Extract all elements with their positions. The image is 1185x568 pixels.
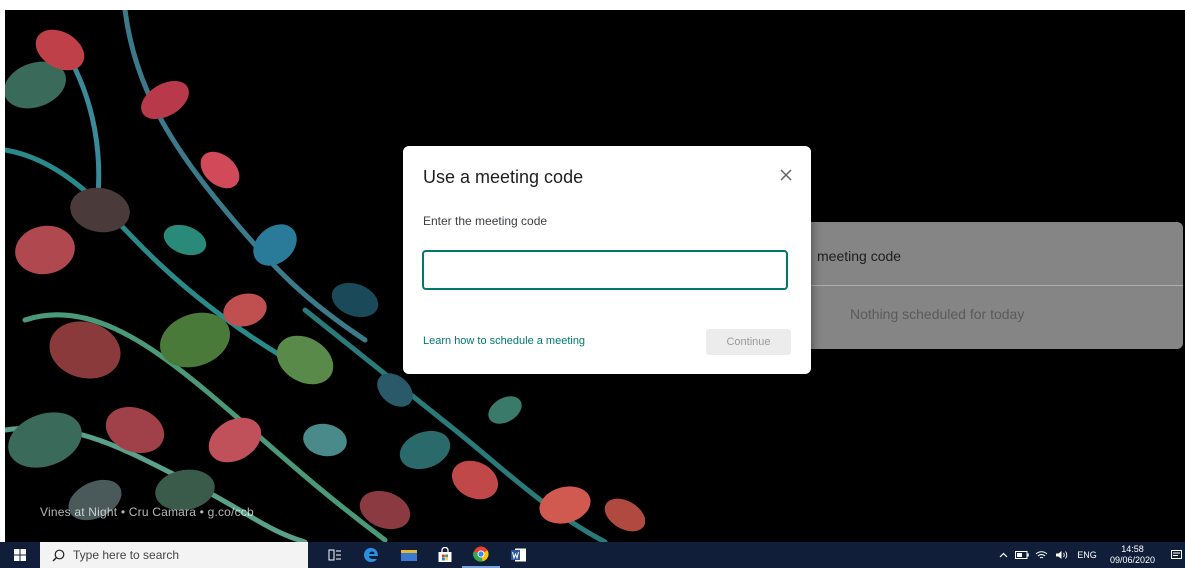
close-button[interactable]	[773, 162, 799, 188]
meeting-code-label: Enter the meeting code	[423, 214, 548, 228]
store-taskbar-button[interactable]	[428, 542, 462, 568]
edge-taskbar-button[interactable]	[352, 542, 390, 568]
task-view-icon	[328, 549, 341, 561]
wifi-button[interactable]	[1032, 542, 1052, 568]
empty-schedule-message: Nothing scheduled for today	[850, 306, 1025, 322]
language-button[interactable]: ENG	[1072, 542, 1102, 568]
search-placeholder: Type here to search	[73, 548, 180, 562]
speaker-icon	[1056, 551, 1068, 559]
file-explorer-taskbar-button[interactable]	[390, 542, 428, 568]
dialog-title: Use a meeting code	[423, 167, 584, 187]
close-icon	[780, 169, 792, 181]
word-icon	[511, 548, 526, 562]
wallpaper-attribution[interactable]: Vines at Night • Cru Camara • g.co/ccb	[40, 505, 254, 519]
chrome-taskbar-button[interactable]	[462, 542, 500, 568]
action-center-button[interactable]	[1167, 542, 1185, 568]
volume-button[interactable]	[1052, 542, 1072, 568]
taskbar-search-box[interactable]: Type here to search	[40, 542, 308, 568]
battery-button[interactable]	[1012, 542, 1032, 568]
battery-icon	[1014, 551, 1029, 559]
divider	[805, 285, 1183, 286]
edge-icon	[364, 548, 378, 562]
chevron-up-icon	[1000, 552, 1008, 558]
top-strip	[0, 0, 1185, 10]
notification-icon	[1170, 549, 1182, 559]
show-hidden-icons-button[interactable]	[996, 542, 1012, 568]
folder-icon	[401, 550, 417, 561]
learn-schedule-link[interactable]: Learn how to schedule a meeting	[423, 335, 585, 347]
clock-date: 09/06/2020	[1109, 555, 1155, 565]
language-indicator: ENG	[1077, 550, 1097, 560]
meeting-code-dialog: Use a meeting code Enter the meeting cod…	[403, 146, 811, 374]
background-meeting-card: meeting code Nothing scheduled for today	[805, 222, 1183, 349]
windows-taskbar: Type here to search ENG 14:58 09/06/2020	[0, 542, 1185, 568]
windows-logo-icon	[14, 549, 26, 561]
start-button[interactable]	[0, 542, 40, 568]
store-bag-icon	[438, 547, 452, 562]
continue-button[interactable]: Continue	[706, 329, 791, 355]
clock-time: 14:58	[1121, 544, 1144, 554]
meeting-code-input[interactable]	[422, 250, 788, 290]
system-tray: ENG 14:58 09/06/2020	[996, 542, 1185, 568]
chrome-icon	[473, 546, 489, 562]
background-card-title[interactable]: meeting code	[817, 248, 901, 264]
clock-button[interactable]: 14:58 09/06/2020	[1110, 544, 1155, 566]
word-taskbar-button[interactable]	[500, 542, 538, 568]
task-view-button[interactable]	[318, 542, 352, 568]
search-icon	[52, 549, 65, 561]
wifi-icon	[1036, 551, 1048, 559]
